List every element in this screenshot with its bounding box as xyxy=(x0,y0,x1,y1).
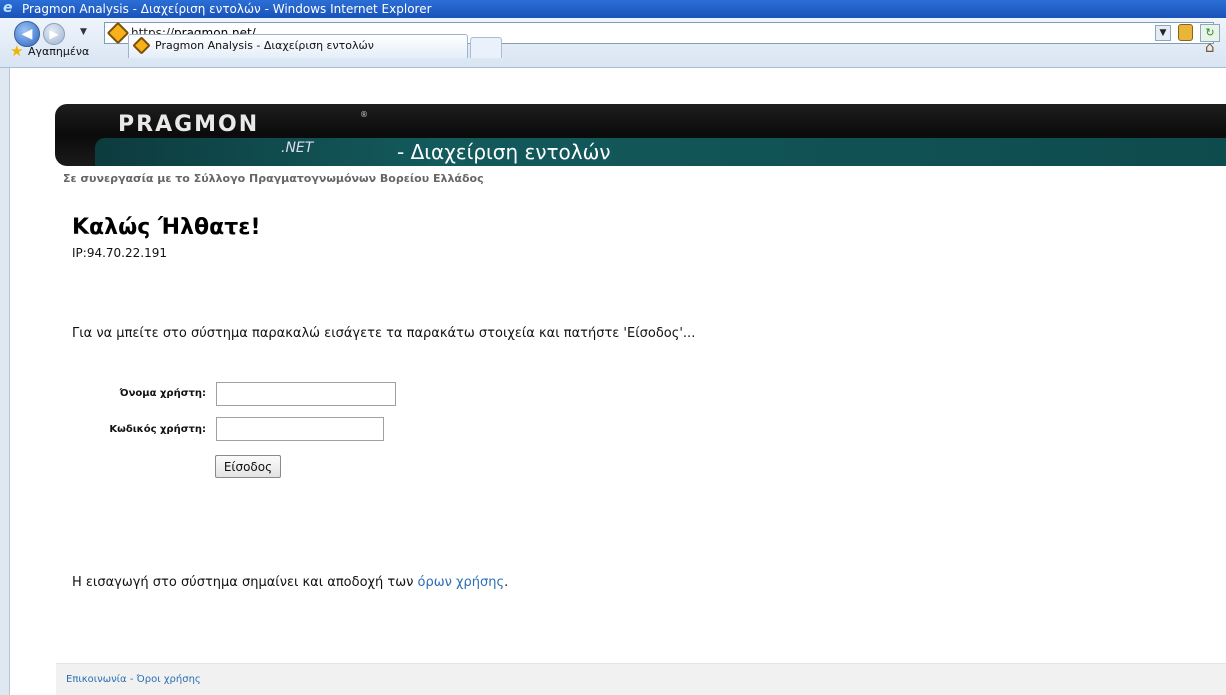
tab-title: Pragmon Analysis - Διαχείριση εντολών xyxy=(155,39,374,52)
star-icon: ★ xyxy=(10,42,24,60)
window-titlebar: e Pragmon Analysis - Διαχείριση εντολών … xyxy=(0,0,1226,18)
address-dropdown-icon[interactable]: ▼ xyxy=(1155,25,1171,41)
site-logo: PRAGMON xyxy=(118,112,260,137)
terms-of-use-link[interactable]: όρων χρήσης xyxy=(418,575,505,590)
page-viewport: PRAGMON ® .NET - Διαχείριση εντολών Σε σ… xyxy=(0,68,1226,695)
header-band xyxy=(95,138,1226,166)
footer-separator: - xyxy=(126,674,137,685)
logo-suffix: .NET xyxy=(281,140,314,156)
terms-suffix: . xyxy=(504,575,509,590)
login-button[interactable]: Είσοδος xyxy=(215,455,281,478)
favorites-label: Αγαπημένα xyxy=(28,45,90,58)
favorites-button[interactable]: ★ Αγαπημένα xyxy=(10,44,89,60)
page-title: Καλώς Ήλθατε! xyxy=(72,215,261,240)
partnership-subtitle: Σε συνεργασία με το Σύλλογο Πραγματογνωμ… xyxy=(63,172,484,185)
browser-tab-active[interactable]: Pragmon Analysis - Διαχείριση εντολών xyxy=(128,34,468,58)
password-label: Κωδικός χρήστη: xyxy=(109,424,206,435)
footer-contact-link[interactable]: Επικοινωνία xyxy=(66,674,127,685)
ip-address: IP:94.70.22.191 xyxy=(72,246,167,260)
logo-registered-mark: ® xyxy=(360,110,368,119)
login-instructions: Για να μπείτε στο σύστημα παρακαλώ εισάγ… xyxy=(72,326,696,341)
footer-terms-link[interactable]: Όροι χρήσης xyxy=(137,674,201,685)
password-field[interactable] xyxy=(216,417,384,441)
tab-favicon-icon xyxy=(132,36,151,55)
new-tab-button[interactable] xyxy=(470,37,502,58)
window-title: Pragmon Analysis - Διαχείριση εντολών - … xyxy=(22,2,432,16)
terms-notice: Η εισαγωγή στο σύστημα σημαίνει και αποδ… xyxy=(72,575,508,590)
username-field[interactable] xyxy=(216,382,396,406)
home-icon[interactable]: ⌂ xyxy=(1205,38,1215,56)
site-favicon-icon xyxy=(106,21,130,45)
history-dropdown-icon[interactable]: ▼ xyxy=(80,27,87,37)
footer-links: Επικοινωνία - Όροι χρήσης xyxy=(66,674,201,685)
forward-button[interactable]: ▶ xyxy=(43,23,65,45)
ie-icon: e xyxy=(3,0,13,16)
terms-prefix: Η εισαγωγή στο σύστημα σημαίνει και αποδ… xyxy=(72,575,418,590)
username-label: Όνομα χρήστη: xyxy=(119,388,206,399)
lock-icon[interactable] xyxy=(1178,24,1193,41)
page-footer: Επικοινωνία - Όροι χρήσης xyxy=(56,663,1226,695)
site-header: PRAGMON ® .NET - Διαχείριση εντολών xyxy=(55,104,1226,166)
header-title: - Διαχείριση εντολών xyxy=(397,140,611,164)
